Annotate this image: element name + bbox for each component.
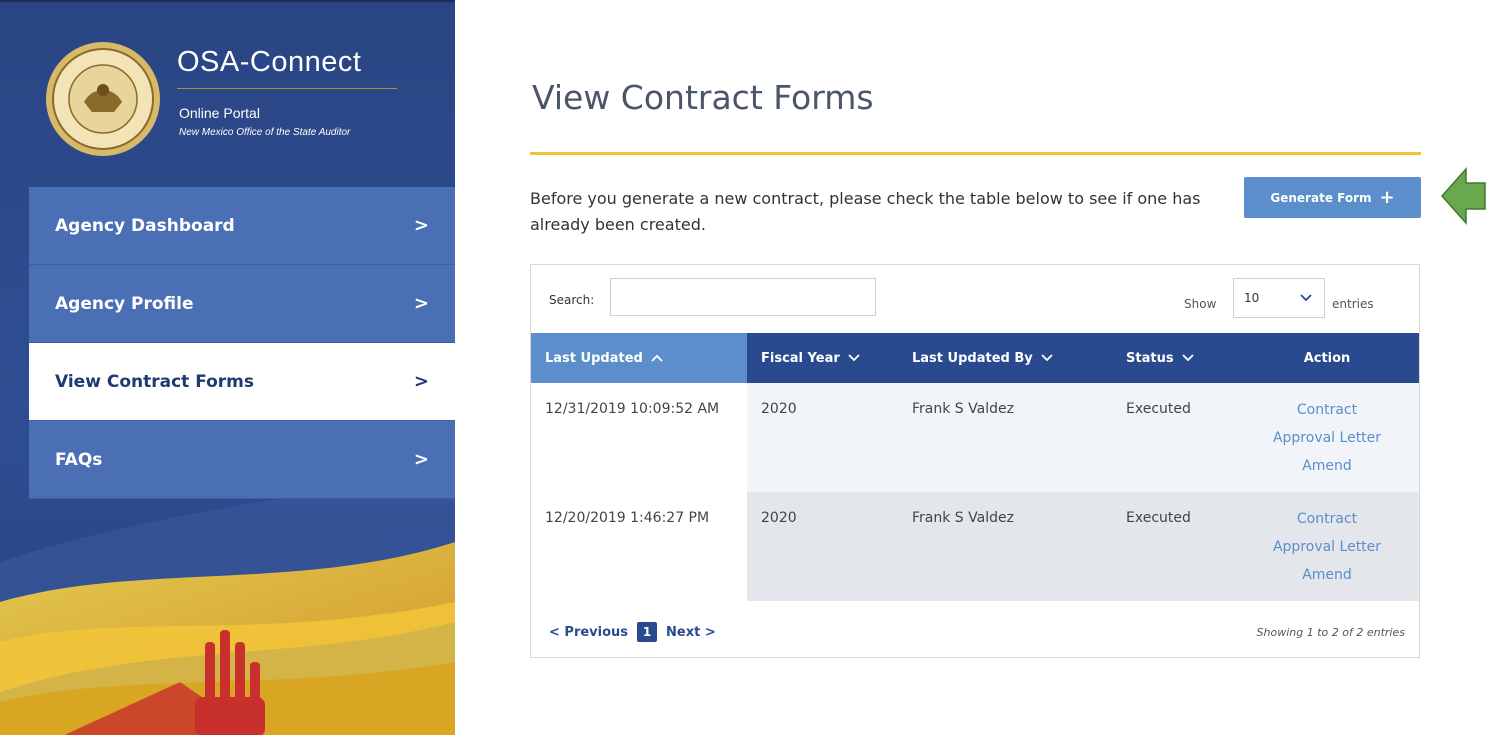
amend-link[interactable]: Amend: [1235, 452, 1419, 480]
sidebar-item-label: Agency Dashboard: [55, 215, 235, 236]
show-label: Show: [1184, 297, 1217, 311]
chevron-down-icon: [1300, 294, 1312, 302]
chevron-right-icon: >: [413, 293, 429, 314]
table-row: 12/20/2019 1:46:27 PM 2020 Frank S Valde…: [531, 492, 1419, 601]
generate-form-button[interactable]: Generate Form +: [1244, 177, 1421, 218]
current-page-button[interactable]: 1: [637, 622, 658, 642]
search-label: Search:: [549, 293, 595, 307]
state-auditor-seal-icon: [46, 42, 160, 156]
table-header: Last Updated Fiscal Year Last Updated By…: [531, 333, 1419, 383]
cell-status: Executed: [1126, 401, 1191, 417]
page-size-value: 10: [1244, 291, 1260, 305]
annotation-arrow-icon: [1440, 167, 1486, 225]
intro-text: Before you generate a new contract, plea…: [530, 189, 1201, 234]
page-title: View Contract Forms: [532, 78, 874, 117]
column-header-action: Action: [1303, 350, 1351, 366]
plus-icon: +: [1379, 187, 1395, 208]
chevron-down-icon: [1041, 354, 1053, 362]
cell-actions: Contract Approval Letter Amend: [1235, 487, 1419, 601]
title-divider: [530, 152, 1421, 155]
cell-actions: Contract Approval Letter Amend: [1235, 378, 1419, 492]
search-input[interactable]: [610, 278, 876, 316]
brand-divider: [177, 88, 397, 89]
amend-link[interactable]: Amend: [1235, 561, 1419, 589]
entries-label: entries: [1332, 297, 1374, 311]
chevron-right-icon: >: [413, 371, 429, 392]
previous-page-link[interactable]: < Previous: [549, 625, 628, 640]
showing-entries-text: Showing 1 to 2 of 2 entries: [1256, 626, 1405, 639]
generate-form-label: Generate Form: [1270, 190, 1372, 205]
sidebar-nav: Agency Dashboard > Agency Profile > View…: [29, 187, 455, 499]
table-row: 12/31/2019 10:09:52 AM 2020 Frank S Vald…: [531, 383, 1419, 492]
sidebar-item-label: FAQs: [55, 449, 103, 470]
cell-last-updated: 12/20/2019 1:46:27 PM: [531, 492, 747, 601]
column-header-fiscal-year[interactable]: Fiscal Year: [747, 333, 898, 383]
brand-tagline: New Mexico Office of the State Auditor: [179, 127, 351, 138]
approval-letter-link[interactable]: Approval Letter: [1235, 424, 1419, 452]
contract-forms-table-card: Search: Show 10 entries Last Updated Fis…: [530, 264, 1420, 658]
annotation-arrow-tip-icon: ›: [0, 366, 5, 380]
chevron-right-icon: >: [413, 215, 429, 236]
contract-link[interactable]: Contract: [1235, 505, 1419, 533]
contract-link[interactable]: Contract: [1235, 396, 1419, 424]
column-header-last-updated[interactable]: Last Updated: [531, 333, 747, 383]
brand-title: OSA-Connect: [177, 46, 362, 78]
cell-status: Executed: [1126, 510, 1191, 526]
sidebar-item-label: View Contract Forms: [55, 371, 255, 392]
pagination: < Previous 1 Next >: [549, 622, 716, 642]
column-header-last-updated-by[interactable]: Last Updated By: [898, 333, 1112, 383]
cell-updated-by: Frank S Valdez: [912, 401, 1014, 417]
cell-fiscal-year: 2020: [761, 401, 797, 417]
cell-last-updated: 12/31/2019 10:09:52 AM: [531, 383, 747, 492]
chevron-down-icon: [848, 354, 860, 362]
brand-subtitle: Online Portal: [179, 105, 260, 121]
chevron-right-icon: >: [413, 449, 429, 470]
sidebar-item-view-contract-forms[interactable]: View Contract Forms >: [29, 343, 455, 421]
cell-updated-by: Frank S Valdez: [912, 510, 1014, 526]
sidebar: OSA-Connect Online Portal New Mexico Off…: [0, 0, 455, 735]
cell-fiscal-year: 2020: [761, 510, 797, 526]
approval-letter-link[interactable]: Approval Letter: [1235, 533, 1419, 561]
sidebar-item-agency-dashboard[interactable]: Agency Dashboard >: [29, 187, 455, 265]
sidebar-item-faqs[interactable]: FAQs >: [29, 421, 455, 499]
next-page-link[interactable]: Next >: [666, 625, 716, 640]
sort-ascending-icon: [651, 354, 663, 362]
chevron-down-icon: [1181, 354, 1194, 362]
page-size-select[interactable]: 10: [1233, 278, 1325, 318]
sidebar-item-label: Agency Profile: [55, 293, 194, 314]
sidebar-item-agency-profile[interactable]: Agency Profile >: [29, 265, 455, 343]
column-header-status[interactable]: Status: [1112, 333, 1235, 383]
